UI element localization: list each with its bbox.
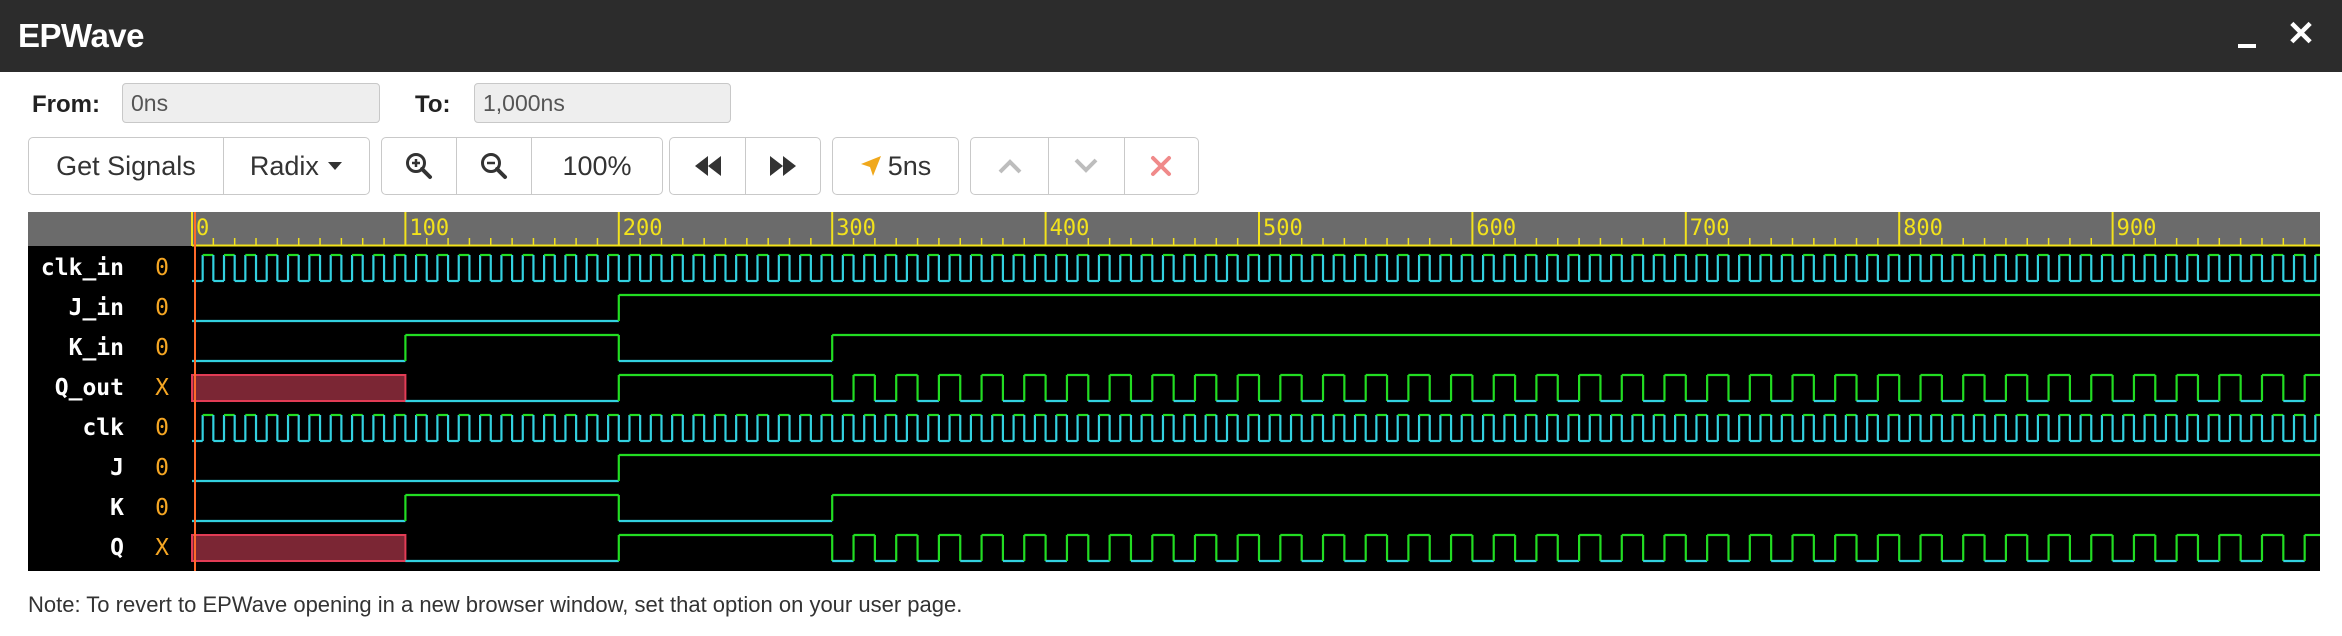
signal-name: clk_in [41,255,124,281]
signal-name: Q [110,535,124,561]
chevron-down-icon [327,161,343,171]
signal-value: 0 [155,255,169,281]
rewind-button[interactable] [670,138,745,194]
to-label: To: [415,91,451,118]
signal-value: X [155,375,169,401]
radix-label: Radix [249,150,319,181]
move-down-button[interactable] [1048,138,1123,194]
cursor-step-group: 5ns [832,137,959,195]
footer-note: Note: To revert to EPWave opening in a n… [28,592,963,617]
radix-dropdown[interactable]: Radix [222,138,369,194]
signal-name: J_in [69,295,124,321]
waveform-canvas[interactable]: 0 100 200 300 400 500 600 700 800 900 clk_in 0 J_in 0… [28,212,2320,571]
minimize-icon[interactable] [2230,20,2264,54]
zoom-in-icon [405,152,433,180]
signal-name: Q_out [55,375,124,401]
tick-label: 400 [1050,216,1090,241]
signal-value: 0 [155,335,169,361]
signal-value: X [155,535,169,561]
zoom-out-icon [480,152,508,180]
tick-label: 800 [1903,216,1943,241]
signal-order-group [970,137,1199,195]
tick-label: 300 [836,216,876,241]
signal-name: J [110,455,124,481]
rewind-icon [693,155,723,177]
signals-button-group: Get Signals Radix [28,137,370,195]
cursor-arrow-icon [860,155,882,177]
signal-value: 0 [155,455,169,481]
title-bar: EPWave ✕ [0,0,2342,72]
remove-signal-button[interactable] [1123,138,1198,194]
to-input[interactable] [474,83,731,123]
unknown-segment [191,374,407,402]
fast-forward-icon [768,155,798,177]
from-label: From: [32,91,100,118]
zoom-out-button[interactable] [456,138,530,194]
move-up-button[interactable] [971,138,1048,194]
navigation-button-group [669,137,821,195]
unknown-segment [191,534,407,562]
chevron-down-icon [1073,158,1099,174]
chevron-up-icon [997,158,1023,174]
signal-name: K [110,495,124,521]
signal-name: K_in [69,335,124,361]
signal-value: 0 [155,295,169,321]
zoom-button-group: 100% [381,137,663,195]
signal-value: 0 [155,415,169,441]
tick-label: 0 [196,216,209,241]
fast-forward-button[interactable] [745,138,820,194]
tick-label: 200 [623,216,663,241]
tick-label: 500 [1263,216,1303,241]
signal-name: clk [82,415,124,441]
close-icon[interactable]: ✕ [2284,14,2318,54]
tick-label: 600 [1476,216,1516,241]
time-step-label: 5ns [887,150,932,181]
waveform-viewer[interactable]: 0 100 200 300 400 500 600 700 800 900 clk_in 0 J_in 0… [28,212,2320,571]
app-title: EPWave [18,17,145,54]
remove-icon [1150,155,1172,177]
zoom-in-button[interactable] [382,138,456,194]
tick-label: 900 [2117,216,2157,241]
tick-label: 100 [409,216,449,241]
signal-value: 0 [155,495,169,521]
from-input[interactable] [122,83,380,123]
cursor-step-button[interactable]: 5ns [833,138,958,194]
zoom-level-button[interactable]: 100% [530,138,662,194]
get-signals-button[interactable]: Get Signals [29,138,223,194]
tick-label: 700 [1690,216,1730,241]
